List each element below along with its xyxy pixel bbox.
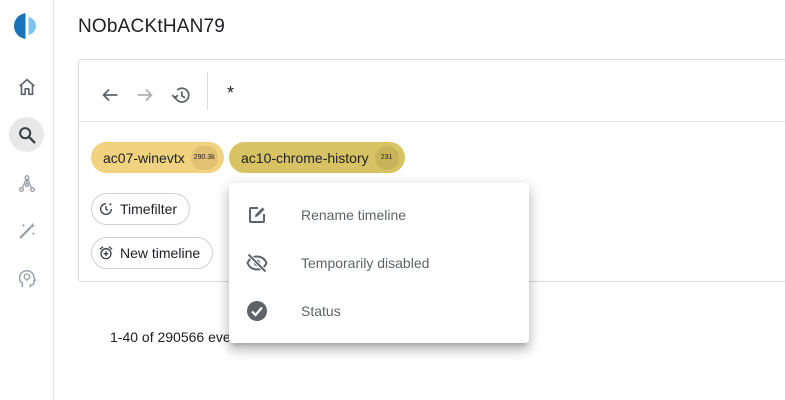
visibility-off-icon	[246, 253, 268, 273]
timeline-chip[interactable]: ac07-winevtx 290.3k	[91, 142, 224, 173]
graph-button[interactable]	[9, 166, 44, 201]
add-alarm-icon	[99, 246, 113, 260]
timefilter-button[interactable]: Timefilter	[91, 193, 191, 225]
menu-item-label: Temporarily disabled	[301, 255, 430, 271]
magic-wand-icon	[18, 222, 35, 239]
toolbar-divider	[207, 72, 208, 110]
back-button[interactable]	[97, 82, 123, 108]
new-timeline-button[interactable]: New timeline	[91, 237, 214, 269]
arrow-forward-icon	[137, 88, 153, 102]
graph-icon	[18, 174, 35, 192]
timeline-event-count-badge: 290.3k	[190, 145, 218, 170]
home-button[interactable]	[9, 69, 44, 104]
temporarily-disabled-menu-item[interactable]: Temporarily disabled	[229, 239, 529, 287]
check-circle-icon	[247, 301, 267, 321]
timeline-event-count-badge: 231	[374, 145, 399, 170]
timeline-chip[interactable]: ac10-chrome-history 231	[229, 142, 405, 173]
history-icon	[171, 87, 190, 103]
card-divider	[79, 121, 785, 122]
lightbulb-head-icon	[18, 269, 36, 287]
results-summary: 1-40 of 290566 eve	[110, 329, 231, 345]
magic-wand-button[interactable]	[9, 213, 44, 248]
navigation-rail	[0, 0, 54, 400]
insights-button[interactable]	[9, 261, 44, 296]
home-icon	[18, 78, 35, 95]
timeline-context-menu: Rename timeline Temporarily disabled Sta…	[229, 183, 529, 343]
edit-icon	[249, 207, 265, 223]
history-button[interactable]	[168, 82, 194, 108]
search-icon	[18, 126, 36, 144]
clock-filter-icon	[100, 203, 112, 215]
menu-item-label: Status	[301, 303, 341, 319]
arrow-back-icon	[102, 88, 118, 102]
timeline-chip-label: ac07-winevtx	[103, 149, 185, 166]
new-timeline-label: New timeline	[120, 245, 201, 261]
rename-timeline-menu-item[interactable]: Rename timeline	[229, 191, 529, 239]
timefilter-label: Timefilter	[120, 201, 178, 217]
status-menu-item[interactable]: Status	[229, 287, 529, 335]
search-query-input[interactable]: *	[227, 83, 234, 104]
timeline-chip-label: ac10-chrome-history	[241, 149, 369, 166]
app-logo-icon[interactable]	[13, 11, 41, 41]
menu-item-label: Rename timeline	[301, 207, 407, 223]
sketch-title[interactable]: NObACKtHAN79	[78, 16, 225, 38]
search-button[interactable]	[9, 117, 44, 152]
forward-button[interactable]	[132, 82, 158, 108]
